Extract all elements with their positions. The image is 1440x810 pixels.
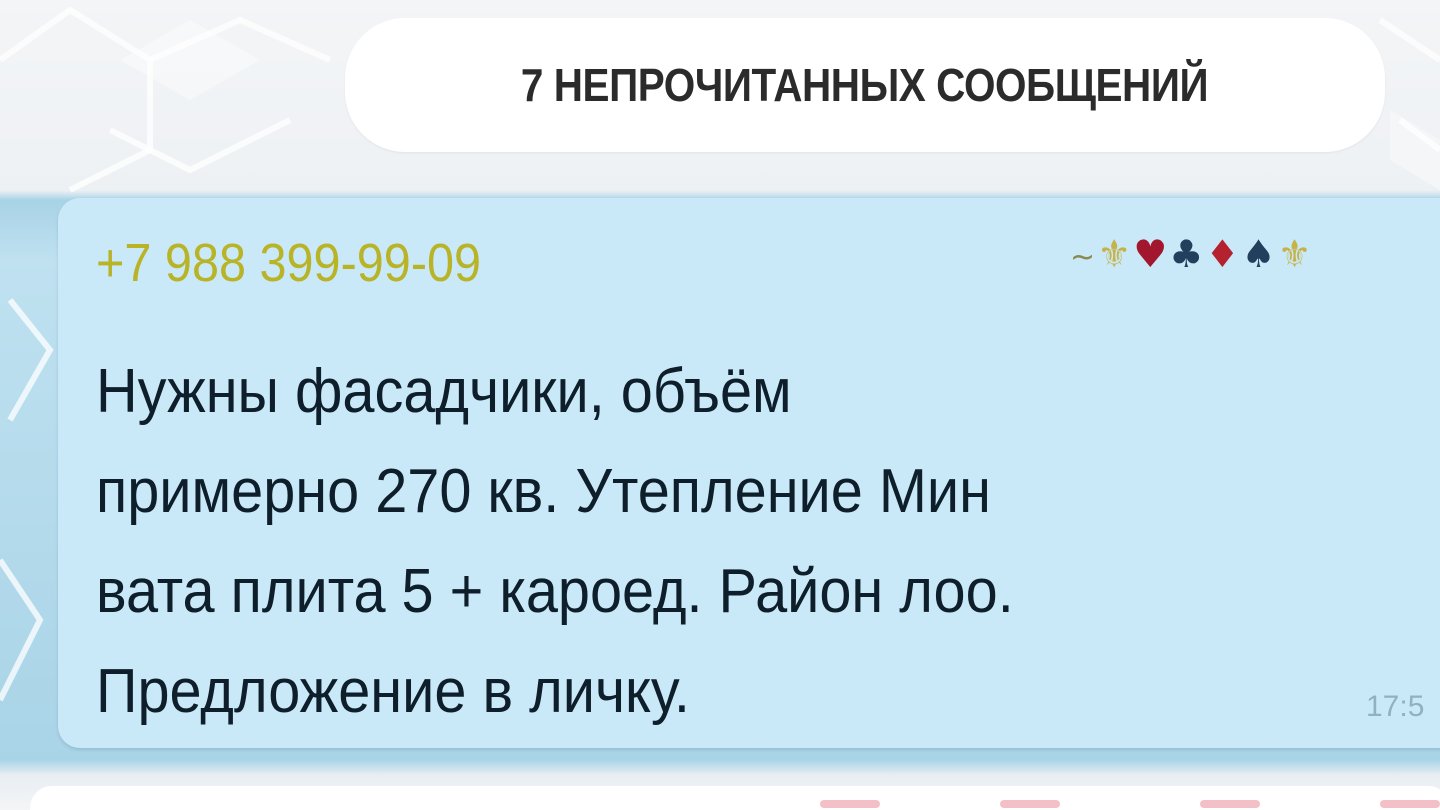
fleur-de-lis-icon: ⚜ — [1097, 232, 1134, 276]
message-line: Нужны фасадчики, объём — [96, 357, 792, 426]
unread-messages-separator: 7 НЕПРОЧИТАННЫХ СООБЩЕНИЙ — [345, 18, 1385, 152]
heart-suit-icon: ♥ — [1133, 232, 1170, 276]
club-suit-icon: ♣ — [1169, 232, 1206, 276]
spade-suit-icon: ♠ — [1241, 232, 1278, 276]
message-line: вата плита 5 + кароед. Район лоо. — [96, 557, 1014, 626]
tilde-glyph: ~ — [1070, 240, 1098, 275]
unread-separator-label: 7 НЕПРОЧИТАННЫХ СООБЩЕНИЙ — [521, 59, 1209, 111]
next-message-emoji-strip — [820, 800, 1440, 810]
fleur-de-lis-icon-end: ⚜ — [1277, 232, 1314, 276]
sender-emoji-status: ~⚜♥♣♦♠⚜ — [1070, 232, 1314, 276]
message-text[interactable]: Нужны фасадчики, объём примерно 270 кв. … — [96, 342, 1436, 742]
message-line: примерно 270 кв. Утепление Мин — [96, 457, 991, 526]
diamond-suit-icon: ♦ — [1205, 232, 1242, 276]
message-timestamp: 17:5 — [1366, 690, 1425, 723]
message-line: Предложение в личку. — [96, 657, 690, 726]
message-sender-name[interactable]: +7 988 399-99-09 — [96, 232, 481, 294]
